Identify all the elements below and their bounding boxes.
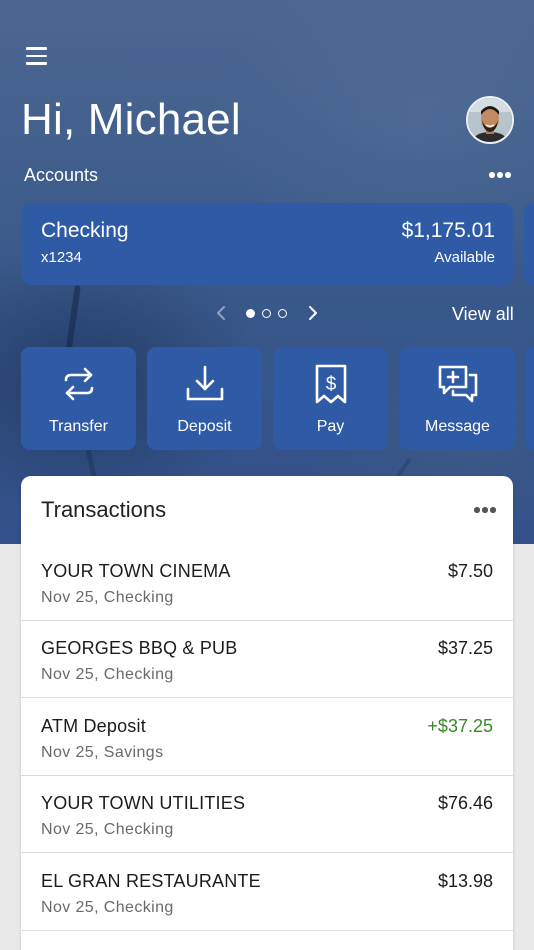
account-balance: $1,175.01 bbox=[401, 219, 495, 242]
chevron-right-icon[interactable] bbox=[305, 305, 321, 321]
transaction-name: ATM Deposit bbox=[41, 716, 146, 736]
transaction-amount: $76.46 bbox=[437, 793, 493, 813]
transfer-arrows-icon bbox=[64, 367, 94, 401]
hamburger-menu-icon[interactable] bbox=[26, 47, 47, 65]
accounts-label: Accounts bbox=[24, 165, 99, 185]
transaction-meta: Nov 25, Checking bbox=[41, 666, 174, 683]
deposit-button[interactable]: Deposit bbox=[147, 347, 262, 450]
account-name: Checking bbox=[41, 219, 129, 242]
transaction-meta: Nov 25, Checking bbox=[41, 899, 174, 916]
pager-dot-active bbox=[246, 309, 255, 318]
transactions-card: Transactions YOUR TOWN CINEMA Nov 25, Ch… bbox=[21, 476, 513, 950]
message-plus-icon bbox=[438, 365, 478, 403]
transfer-button[interactable]: Transfer bbox=[21, 347, 136, 450]
next-action-button[interactable] bbox=[526, 347, 534, 450]
greeting-title: Hi, Michael bbox=[21, 95, 241, 144]
transaction-row[interactable]: ATM Deposit Nov 25, Savings +$37.25 bbox=[21, 699, 513, 776]
view-all-link[interactable]: View all bbox=[452, 304, 514, 325]
deposit-label: Deposit bbox=[177, 418, 232, 435]
deposit-download-icon bbox=[186, 365, 224, 401]
transaction-name: EL GRAN RESTAURANTE bbox=[41, 871, 261, 891]
accounts-more-icon[interactable] bbox=[489, 171, 513, 179]
pay-receipt-icon: $ bbox=[315, 364, 347, 404]
transaction-name: GEORGES BBQ & PUB bbox=[41, 638, 238, 658]
transaction-meta: Nov 25, Checking bbox=[41, 589, 174, 606]
pay-button[interactable]: $ Pay bbox=[273, 347, 388, 450]
transactions-more-icon[interactable] bbox=[474, 506, 498, 514]
transaction-row[interactable]: EL GRAN RESTAURANTE Nov 25, Checking $13… bbox=[21, 854, 513, 931]
message-button[interactable]: Message bbox=[400, 347, 515, 450]
account-balance-label: Available bbox=[434, 249, 495, 266]
transaction-row[interactable]: YOUR TOWN CINEMA Nov 25, Checking $7.50 bbox=[21, 544, 513, 621]
transaction-amount: +$37.25 bbox=[427, 716, 493, 736]
svg-text:$: $ bbox=[326, 374, 337, 395]
account-card-checking[interactable]: Checking x1234 $1,175.01 Available bbox=[21, 203, 513, 285]
pager-dot bbox=[262, 309, 271, 318]
message-label: Message bbox=[425, 418, 490, 435]
transactions-title: Transactions bbox=[41, 497, 167, 522]
transaction-amount: $37.25 bbox=[437, 638, 493, 658]
account-number: x1234 bbox=[41, 249, 82, 266]
chevron-left-icon[interactable] bbox=[213, 305, 229, 321]
transaction-meta: Nov 25, Checking bbox=[41, 821, 174, 838]
transaction-amount: $13.98 bbox=[437, 871, 493, 891]
pager-dot bbox=[278, 309, 287, 318]
transaction-name: YOUR TOWN CINEMA bbox=[41, 561, 231, 581]
transaction-row[interactable]: GEORGES BBQ & PUB Nov 25, Checking $37.2… bbox=[21, 621, 513, 698]
transfer-label: Transfer bbox=[49, 418, 108, 435]
user-avatar[interactable] bbox=[466, 96, 514, 144]
transaction-row[interactable]: YOUR TOWN UTILITIES Nov 25, Checking $76… bbox=[21, 776, 513, 853]
transaction-meta: Nov 25, Savings bbox=[41, 744, 164, 761]
transaction-name: YOUR TOWN UTILITIES bbox=[41, 793, 246, 813]
next-account-card[interactable] bbox=[524, 203, 534, 285]
transaction-amount: $7.50 bbox=[447, 561, 493, 581]
pay-label: Pay bbox=[316, 418, 345, 435]
